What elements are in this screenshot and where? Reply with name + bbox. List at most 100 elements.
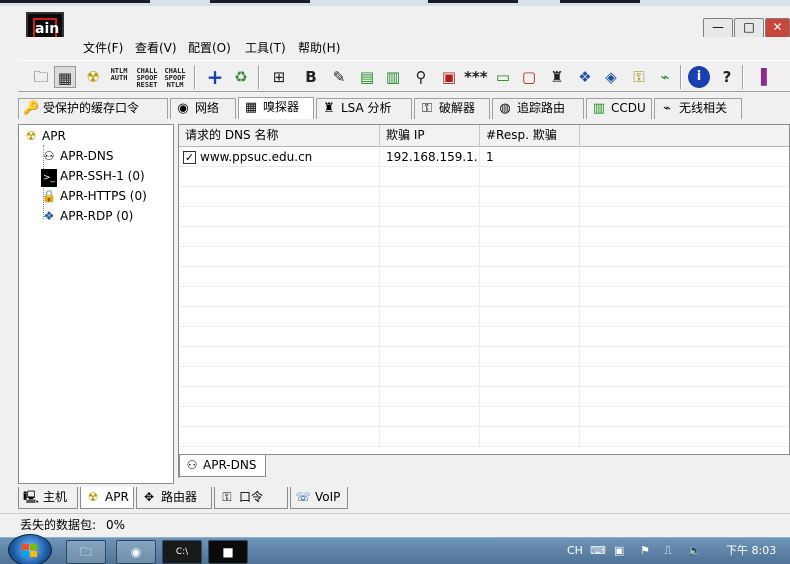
taskbar-cain-icon[interactable]: ■ xyxy=(208,540,248,564)
tab-routers[interactable]: ✥ 路由器 xyxy=(136,487,212,509)
empty-cell xyxy=(380,428,480,447)
tab-lsa[interactable]: ♜ LSA 分析 xyxy=(316,98,412,119)
password-box-icon[interactable]: *** xyxy=(464,66,488,88)
key-finder-icon[interactable]: ⚿ xyxy=(628,66,650,88)
remove-icon[interactable]: ♻ xyxy=(230,66,252,88)
tree-node-apr[interactable]: ☢ APR xyxy=(23,127,66,145)
hash-calculator-icon[interactable]: ⊞ xyxy=(268,66,290,88)
start-button[interactable] xyxy=(8,534,52,564)
terminal-icon: >_ xyxy=(41,169,57,187)
empty-cell xyxy=(179,428,380,447)
help-icon[interactable]: ? xyxy=(716,66,738,88)
empty-cell xyxy=(179,248,380,267)
menu-config[interactable]: 配置(O) xyxy=(188,39,231,56)
tab-ccdu[interactable]: ▥ CCDU xyxy=(586,98,652,119)
start-apr-icon[interactable]: ☢ xyxy=(82,66,104,88)
tab-passwords[interactable]: ⚿ 口令 xyxy=(214,487,288,509)
tree-node-label: APR-HTTPS (0) xyxy=(60,189,147,203)
network-icon: ⚇ xyxy=(186,458,198,472)
keyboard-icon[interactable]: ⌨ xyxy=(590,542,606,560)
empty-row xyxy=(179,168,789,187)
network-tray-icon[interactable]: ⎍ xyxy=(664,542,672,560)
tab-apr[interactable]: ☢ APR xyxy=(80,487,134,509)
ntlm-auth-icon[interactable]: NTLM AUTH xyxy=(108,66,130,88)
registry-icon[interactable]: ❖ xyxy=(574,66,596,88)
wireless-scanner-icon[interactable]: ⌁ xyxy=(654,66,676,88)
empty-cell xyxy=(380,368,480,387)
tab-network[interactable]: ◉ 网络 xyxy=(170,98,236,119)
table-row[interactable]: ✓ www.ppsuc.edu.cn 192.168.159.1... 1 xyxy=(179,148,789,167)
empty-row xyxy=(179,288,789,307)
feature-tabs: 🔑 受保护的缓存口令 ◉ 网络 ▦ 嗅探器 ♜ LSA 分析 ⚿ 破解器 ◍ 追踪路由 ▥ C… xyxy=(18,97,790,119)
cisco-type7-icon[interactable]: ✎ xyxy=(328,66,350,88)
apr-tree: ☢ APR ⚇ APR-DNS >_ APR-SSH-1 (0) 🔒 APR-HTTPS… xyxy=(18,124,174,484)
maximize-button[interactable]: □ xyxy=(734,18,764,38)
toolbar-separator xyxy=(194,65,196,89)
column-header-resp-count[interactable]: #Resp. 欺骗 xyxy=(480,125,580,146)
row-checkbox[interactable]: ✓ xyxy=(183,151,196,164)
close-button[interactable]: ✕ xyxy=(765,18,790,38)
tab-sniffer[interactable]: ▦ 嗅探器 xyxy=(238,97,314,119)
tree-node-apr-dns[interactable]: ⚇ APR-DNS xyxy=(41,147,114,165)
empty-cell xyxy=(480,248,580,267)
wireless-key-icon[interactable]: ⚲ xyxy=(410,66,432,88)
empty-cell xyxy=(179,288,380,307)
empty-cell xyxy=(380,228,480,247)
lsa-dump-icon[interactable]: ♜ xyxy=(546,66,568,88)
wireless-icon: ⌁ xyxy=(663,101,671,116)
tree-node-apr-https[interactable]: 🔒 APR-HTTPS (0) xyxy=(41,187,147,205)
password-icon: ⚿ xyxy=(222,490,232,504)
tree-node-apr-ssh[interactable]: >_ APR-SSH-1 (0) xyxy=(41,167,145,187)
tab-label: 口令 xyxy=(239,490,264,504)
empty-row xyxy=(179,348,789,367)
empty-cell xyxy=(179,408,380,427)
menu-help[interactable]: 帮助(H) xyxy=(298,39,340,56)
empty-cell xyxy=(380,308,480,327)
network-enum-icon[interactable]: ▭ xyxy=(492,66,514,88)
menu-tools[interactable]: 工具(T) xyxy=(245,39,286,56)
chall-spoof-reset-icon[interactable]: CHALL SPOOF RESET xyxy=(136,66,158,89)
vpn-decoder-icon[interactable]: ▥ xyxy=(382,66,404,88)
tab-traceroute[interactable]: ◍ 追踪路由 xyxy=(492,98,584,119)
rdp-icon[interactable]: ▣ xyxy=(438,66,460,88)
minimize-button[interactable]: — xyxy=(703,18,733,38)
sql-icon[interactable]: ▢ xyxy=(518,66,540,88)
empty-cell xyxy=(380,248,480,267)
tab-cracker[interactable]: ⚿ 破解器 xyxy=(414,98,490,119)
exit-icon[interactable]: ▐ xyxy=(750,66,772,88)
ime-indicator[interactable]: CH xyxy=(567,542,583,560)
column-header-dns-name[interactable]: 请求的 DNS 名称 xyxy=(179,125,380,146)
radiation-icon: ☢ xyxy=(87,490,99,504)
add-icon[interactable]: + xyxy=(204,66,226,88)
open-folder-icon[interactable]: 🗀 xyxy=(30,66,52,88)
clock[interactable]: 下午 8:03 xyxy=(726,542,776,560)
tab-wireless[interactable]: ⌁ 无线相关 xyxy=(654,98,742,119)
cell-spoof-ip: 192.168.159.1... xyxy=(380,148,480,167)
chall-spoof-reset-line: RESET xyxy=(136,81,158,89)
tab-label: LSA 分析 xyxy=(341,101,392,115)
empty-cell xyxy=(480,388,580,407)
empty-row xyxy=(179,248,789,267)
chall-spoof-ntlm-icon[interactable]: CHALL SPOOF NTLM xyxy=(164,66,186,89)
security-flag-icon[interactable]: ⚑ xyxy=(640,542,650,560)
base64-icon[interactable]: B xyxy=(300,66,322,88)
taskbar-firefox-icon[interactable]: ◉ xyxy=(116,540,156,564)
column-header-spoof-ip[interactable]: 欺骗 IP xyxy=(380,125,480,146)
taskbar-explorer-icon[interactable]: 🗀 xyxy=(66,540,106,564)
taskbar-cmd-icon[interactable]: C:\ xyxy=(162,540,202,564)
volume-icon[interactable]: 🔈 xyxy=(688,542,702,560)
tab-hosts[interactable]: 🖳 主机 xyxy=(18,487,78,509)
tab-protected-storage[interactable]: 🔑 受保护的缓存口令 xyxy=(18,98,168,119)
tab-voip[interactable]: ☏ VoIP xyxy=(290,487,348,509)
menu-file[interactable]: 文件(F) xyxy=(83,39,123,56)
start-sniffer-icon[interactable]: ▦ xyxy=(54,66,76,88)
vm-tools-icon[interactable]: ▣ xyxy=(614,542,624,560)
database-icon[interactable]: ◈ xyxy=(600,66,622,88)
info-icon[interactable]: i xyxy=(688,66,710,88)
menu-view[interactable]: 查看(V) xyxy=(135,39,177,56)
tab-apr-dns[interactable]: ⚇ APR-DNS xyxy=(179,455,266,477)
empty-cell xyxy=(179,168,380,187)
tab-label: APR xyxy=(105,490,129,504)
tree-node-apr-rdp[interactable]: ❖ APR-RDP (0) xyxy=(41,207,134,225)
cisco-vpn-icon[interactable]: ▤ xyxy=(356,66,378,88)
